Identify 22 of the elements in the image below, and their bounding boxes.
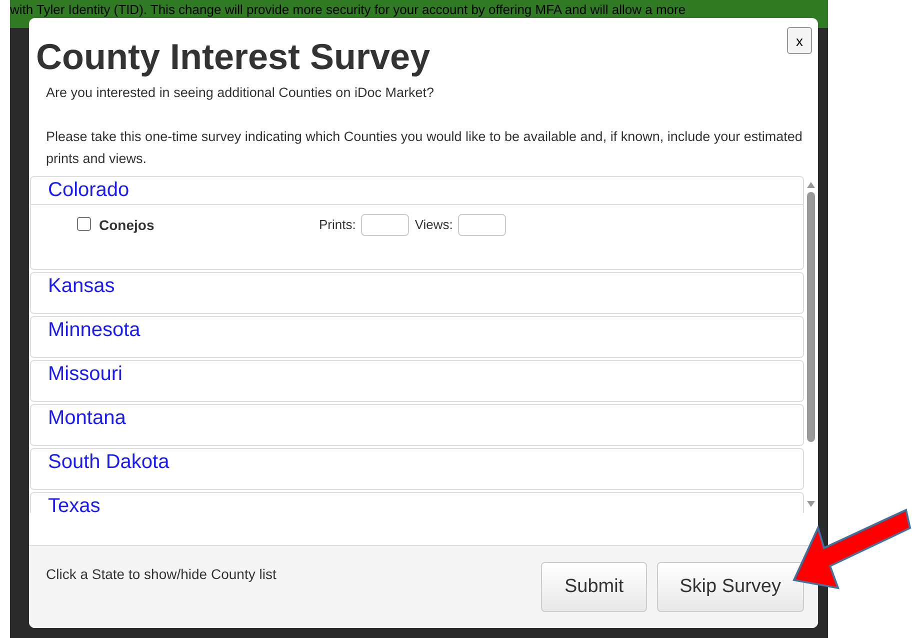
state-link[interactable]: Colorado [31, 177, 803, 204]
instructions-text: Please take this one-time survey indicating which Counties you would like to be available and, if known, include your estimated prints and views. [45, 128, 804, 168]
prints-label: Prints: [319, 216, 356, 234]
footer-hint: Click a State to show/hide County list [46, 566, 276, 584]
views-label: Views: [414, 216, 453, 234]
county-checkbox[interactable] [77, 217, 91, 231]
county-name: Conejos [99, 216, 156, 235]
scroll-up-icon[interactable] [807, 182, 815, 188]
skip-button[interactable]: Skip Survey [656, 562, 804, 612]
state-link[interactable]: Minnesota [31, 317, 803, 357]
state-link[interactable]: Montana [31, 405, 803, 445]
views-field[interactable] [458, 214, 506, 236]
state-link[interactable]: Kansas [31, 273, 803, 313]
state-link[interactable]: South Dakota [31, 449, 803, 489]
intro-text: Are you interested in seeing additional Counties on iDoc Market? [45, 84, 435, 102]
banner-text: with Tyler Identity (TID). This change will provide more security for your account by offering MFA and will allow a more [10, 2, 686, 17]
close-button[interactable]: x [787, 27, 812, 54]
dialog-title: County Interest Survey [36, 36, 430, 78]
state-link[interactable]: Missouri [31, 361, 803, 401]
submit-button[interactable]: Submit [541, 562, 647, 612]
prints-field[interactable] [360, 214, 409, 236]
state-link[interactable]: Texas [31, 493, 803, 513]
